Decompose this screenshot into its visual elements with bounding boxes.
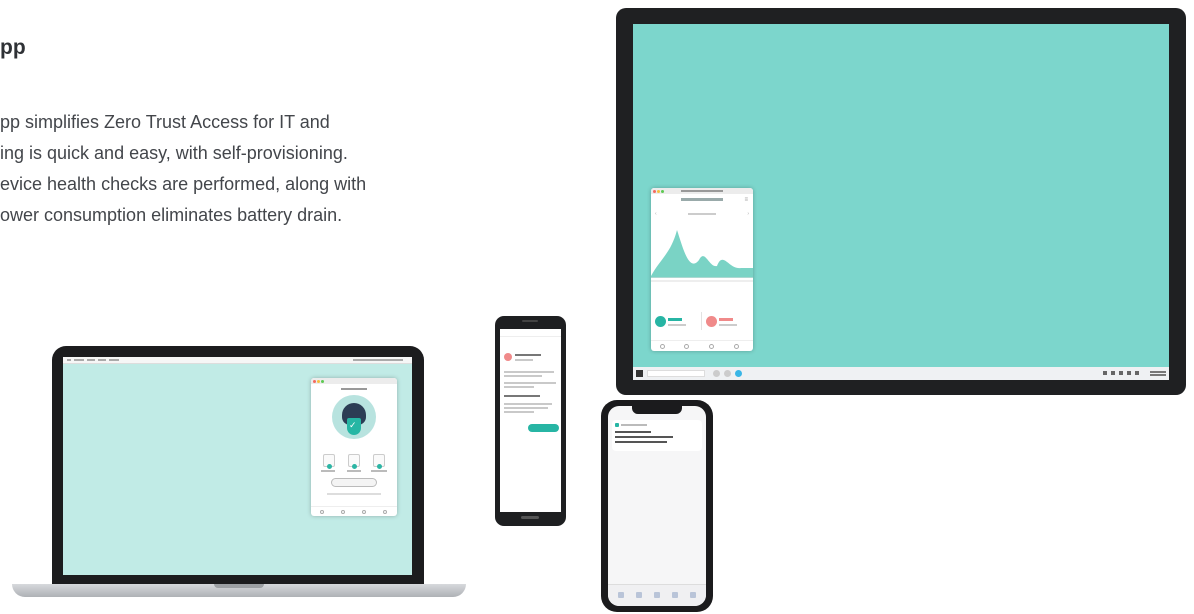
tray-icon: [1135, 371, 1139, 375]
description-line-1: pp simplifies Zero Trust Access for IT a…: [0, 112, 330, 132]
tray-icon: [1103, 371, 1107, 375]
description-line-4: ower consumption eliminates battery drai…: [0, 205, 343, 225]
description-line-2: ing is quick and easy, with self-provisi…: [0, 143, 348, 163]
resolve-button[interactable]: [528, 424, 559, 432]
taskbar-app-icon: [724, 370, 731, 377]
taskbar-clock: [1150, 369, 1166, 378]
taskbar-app-icon: [735, 370, 742, 377]
mac-menu-bar: [63, 357, 412, 364]
monitor-app-window: ≡ ‹ ›: [651, 188, 753, 351]
phone-speaker: [522, 320, 538, 322]
app-tab-bar: [651, 340, 753, 351]
alert-icon: [504, 353, 512, 361]
description-line-3: evice health checks are performed, along…: [0, 174, 367, 194]
app-tab-bar: [311, 506, 397, 516]
windows-start-icon: [636, 370, 643, 377]
health-check-icon: [348, 454, 360, 469]
chevron-right-icon[interactable]: ›: [747, 211, 749, 217]
taskbar-search-box: [647, 370, 705, 377]
phone-home-bar: [521, 516, 539, 519]
laptop-app-window: ✓: [311, 378, 397, 516]
status-bar: [500, 329, 561, 337]
laptop-hinge: [214, 584, 264, 588]
check-icon: ✓: [349, 420, 357, 430]
activity-area-chart: [651, 230, 753, 278]
android-screen: [500, 329, 561, 512]
safari-toolbar: [608, 584, 706, 606]
date-range-label: [688, 213, 716, 215]
tray-icon: [1127, 371, 1131, 375]
menu-icon: ≡: [744, 197, 748, 203]
health-check-icon: [373, 454, 385, 469]
windows-taskbar: [633, 367, 1169, 380]
health-check-icon: [323, 454, 335, 469]
section-heading: pp: [0, 36, 26, 59]
taskbar-app-icon: [713, 370, 720, 377]
app-titlebar: [311, 378, 397, 384]
iphone-notch: [632, 406, 682, 414]
notification-card[interactable]: [612, 420, 702, 451]
chevron-left-icon[interactable]: ‹: [655, 211, 657, 217]
app-notification-icon: [615, 423, 619, 427]
activity-title: [681, 198, 723, 201]
stat-allowed-icon: [655, 316, 666, 327]
iphone-screen: [608, 406, 706, 606]
tray-icon: [1111, 371, 1115, 375]
check-now-button[interactable]: [331, 478, 377, 487]
stat-blocked-icon: [706, 316, 717, 327]
app-titlebar: [651, 188, 753, 194]
tray-icon: [1119, 371, 1123, 375]
section-description: pp simplifies Zero Trust Access for IT a…: [0, 107, 366, 231]
